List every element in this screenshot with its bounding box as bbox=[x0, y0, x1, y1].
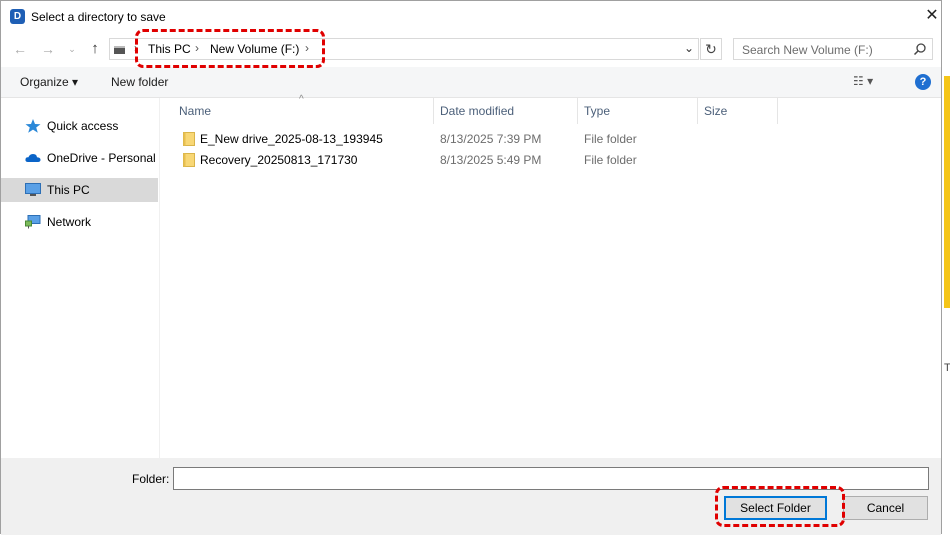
search-input[interactable] bbox=[740, 41, 909, 59]
refresh-icon[interactable]: ↻ bbox=[700, 38, 722, 60]
file-type: File folder bbox=[584, 153, 637, 167]
sort-ascending-icon: ^ bbox=[299, 94, 304, 105]
folder-icon bbox=[183, 153, 195, 167]
sidebar-item-onedrive[interactable]: OneDrive - Personal bbox=[1, 146, 158, 170]
sidebar-item-this-pc[interactable]: This PC bbox=[1, 178, 158, 202]
recent-locations-icon[interactable]: ⌄ bbox=[63, 39, 81, 59]
dialog-footer: Folder: Select Folder Cancel bbox=[1, 458, 941, 535]
file-type: File folder bbox=[584, 132, 637, 146]
back-arrow-icon[interactable]: ← bbox=[11, 39, 29, 59]
breadcrumb-separator[interactable]: › bbox=[305, 41, 309, 55]
sidebar-item-label: OneDrive - Personal bbox=[47, 151, 156, 165]
breadcrumb-new-volume[interactable]: New Volume (F:) bbox=[210, 42, 299, 56]
forward-arrow-icon[interactable]: → bbox=[39, 39, 57, 59]
column-divider[interactable] bbox=[697, 98, 698, 124]
view-options-icon[interactable]: ☷ ▾ bbox=[853, 74, 893, 90]
background-text: T bbox=[944, 362, 950, 374]
up-arrow-icon[interactable]: ↑ bbox=[86, 39, 104, 59]
breadcrumb-separator[interactable]: › bbox=[195, 41, 199, 55]
table-row[interactable]: E_New drive_2025-08-13_193945 8/13/2025 … bbox=[161, 129, 941, 149]
sidebar-item-quick-access[interactable]: Quick access bbox=[1, 114, 158, 138]
close-button[interactable]: ✕ bbox=[909, 1, 950, 33]
navigation-pane: Quick access OneDrive - Personal This PC… bbox=[1, 98, 160, 458]
column-header-size[interactable]: Size bbox=[704, 104, 727, 118]
sidebar-item-label: Quick access bbox=[47, 119, 119, 133]
monitor-icon bbox=[25, 183, 41, 196]
file-name: Recovery_20250813_171730 bbox=[200, 153, 358, 167]
sidebar-item-label: Network bbox=[47, 215, 92, 229]
title-bar: D Select a directory to save ✕ bbox=[1, 1, 941, 33]
organize-menu[interactable]: Organize ▾ bbox=[20, 75, 78, 89]
new-folder-button[interactable]: New folder bbox=[111, 75, 168, 89]
sidebar-item-network[interactable]: Network bbox=[1, 210, 158, 234]
dialog-title: Select a directory to save bbox=[31, 10, 166, 24]
column-header-type[interactable]: Type bbox=[584, 104, 610, 118]
file-name: E_New drive_2025-08-13_193945 bbox=[200, 132, 383, 146]
table-row[interactable]: Recovery_20250813_171730 8/13/2025 5:49 … bbox=[161, 150, 941, 170]
select-folder-button[interactable]: Select Folder bbox=[724, 496, 827, 520]
column-divider[interactable] bbox=[777, 98, 778, 124]
breadcrumb-this-pc[interactable]: This PC bbox=[148, 42, 191, 56]
folder-input[interactable] bbox=[173, 467, 929, 490]
column-header-name[interactable]: Name bbox=[179, 104, 211, 118]
network-icon bbox=[25, 215, 41, 229]
cloud-icon bbox=[25, 154, 41, 162]
breadcrumb-separator[interactable]: › bbox=[134, 41, 138, 55]
file-date-modified: 8/13/2025 7:39 PM bbox=[440, 132, 542, 146]
column-header-date-modified[interactable]: Date modified bbox=[440, 104, 514, 118]
star-icon bbox=[25, 119, 41, 133]
file-date-modified: 8/13/2025 5:49 PM bbox=[440, 153, 542, 167]
sidebar-item-label: This PC bbox=[47, 183, 90, 197]
dialog-window: D Select a directory to save ✕ ← → ⌄ ↑ ›… bbox=[0, 0, 942, 535]
command-toolbar: Organize ▾ New folder ☷ ▾ ? bbox=[1, 67, 941, 98]
drive-icon bbox=[114, 46, 125, 54]
search-icon[interactable] bbox=[913, 42, 927, 56]
column-divider[interactable] bbox=[433, 98, 434, 124]
help-icon[interactable]: ? bbox=[915, 74, 931, 90]
background-window-edge: T bbox=[942, 0, 950, 536]
background-yellow-strip bbox=[944, 76, 950, 308]
column-divider[interactable] bbox=[577, 98, 578, 124]
cancel-button[interactable]: Cancel bbox=[843, 496, 928, 520]
folder-icon bbox=[183, 132, 195, 146]
folder-label: Folder: bbox=[132, 472, 170, 486]
address-dropdown-icon[interactable]: ⌄ bbox=[684, 41, 694, 55]
app-logo-icon: D bbox=[10, 9, 25, 24]
navigation-bar: ← → ⌄ ↑ › This PC › New Volume (F:) › ⌄ … bbox=[1, 35, 941, 63]
address-bar[interactable]: › This PC › New Volume (F:) › ⌄ bbox=[109, 38, 699, 60]
file-list: ^ Name Date modified Type Size E_New dri… bbox=[161, 94, 941, 458]
search-box[interactable] bbox=[733, 38, 933, 60]
